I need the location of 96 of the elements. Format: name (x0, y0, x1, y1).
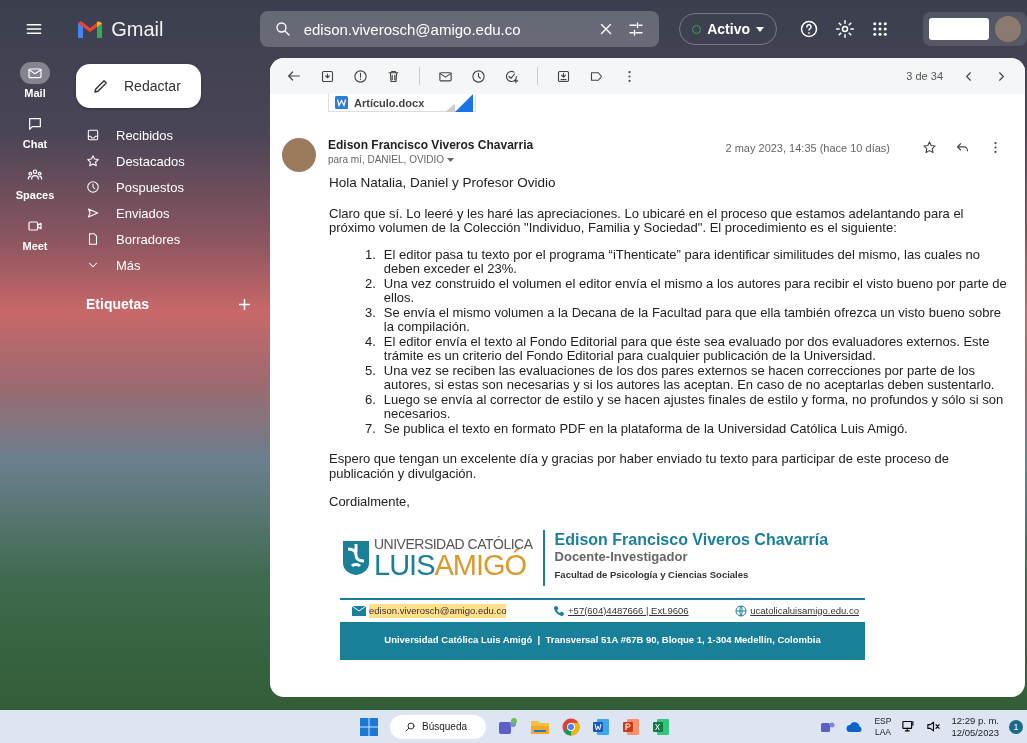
caret-icon[interactable] (447, 157, 455, 162)
search-icon[interactable] (273, 20, 292, 38)
taskbar-search[interactable]: Búsqueda (390, 714, 486, 739)
powerpoint-app-icon[interactable] (622, 717, 640, 736)
add-label-button[interactable] (239, 298, 250, 310)
star-icon[interactable] (922, 140, 937, 155)
attachment-chip[interactable]: Artículo.docx (328, 94, 476, 112)
network-icon[interactable] (901, 719, 917, 734)
apps-grid-icon[interactable] (871, 20, 889, 38)
list-item-text: Una vez se reciben las evaluaciones de los dos pares externos se hacen correcciones por parte de los autores, si estas son necesarias y si los autores las aceptan. En caso de no aceptarlas deben sustentarlo. (383, 363, 996, 393)
region-indicator[interactable]: LAA (874, 726, 891, 738)
rail-label: Meet (22, 240, 48, 252)
envelope-icon (352, 605, 366, 616)
list-item-text: Se publica el texto en formato PDF en la plataforma de la Universidad Católica Luis Amigó. (383, 421, 909, 436)
signature-faculty: Facultad de Psicología y Ciencias Sociales (554, 567, 750, 582)
signature-footer: Universidad Católica Luis Amigó | Transversal 51A #67B 90, Bloque 1, 1-304 Medellín, Colombia (340, 622, 865, 660)
signature-name: Edison Francisco Viveros Chavarría (554, 532, 829, 548)
list-number: 2. (365, 276, 376, 293)
trash-icon[interactable] (386, 68, 401, 84)
signature-role: Docente-Investigador (554, 550, 689, 565)
nav-item[interactable]: Pospuestos (70, 174, 270, 200)
mail-icon[interactable] (27, 65, 43, 81)
search-icon (404, 720, 416, 733)
add-task-icon[interactable] (504, 68, 519, 84)
list-number: 3. (365, 305, 376, 322)
list-item-text: Una vez construido el volumen el editor envía el mismo a los autores para recibir el visto bueno por parte de ellos. (383, 276, 1007, 306)
filter-sliders-icon[interactable] (627, 20, 646, 38)
rail-label: Mail (24, 87, 46, 99)
sender-avatar (282, 138, 316, 172)
nav-item[interactable]: Recibidos (70, 122, 270, 148)
chat-icon[interactable] (27, 116, 43, 132)
paragraph: Espero que tengan un excelente día y gracias por haber enviado tu texto para participar de este proceso de publicación y divulgación. (329, 452, 951, 481)
settings-icon[interactable] (835, 19, 855, 39)
pencil-icon (92, 77, 110, 95)
clock-time[interactable]: 12:29 p. m. (951, 714, 999, 727)
globe-icon (735, 604, 748, 617)
rail-label: Chat (22, 138, 48, 150)
rail-button[interactable] (20, 62, 50, 84)
phone-link[interactable]: +57(604)4487666 | Ext.9606 (568, 603, 689, 618)
word-app-icon[interactable] (592, 717, 610, 736)
recipients: para mí, DANIEL, OVIDIO (328, 154, 445, 165)
inbox-icon (86, 128, 100, 142)
rail-label: Spaces (15, 189, 55, 201)
sender-name: Edison Francisco Viveros Chavarria (328, 138, 535, 152)
help-icon[interactable] (799, 19, 819, 39)
document-icon (86, 232, 100, 246)
report-spam-icon[interactable] (353, 68, 368, 84)
gmail-logo-icon[interactable] (77, 19, 104, 39)
star-icon (86, 154, 100, 168)
compose-button[interactable]: Redactar (76, 64, 201, 108)
website-link[interactable]: ucatolicaluisamigo.edu.co (750, 603, 859, 618)
logo-text: LUIS (374, 551, 435, 578)
clock-icon (86, 180, 100, 194)
list-number: 5. (365, 363, 376, 380)
speaker-muted-icon[interactable] (926, 719, 942, 734)
app-name: Gmail (111, 17, 164, 41)
video-camera-icon[interactable] (27, 218, 43, 234)
move-to-icon[interactable] (556, 68, 571, 84)
email-link[interactable]: edison.viverosch@amigo.edu.co (369, 603, 507, 618)
list-item-text: El editor envía el texto al Fondo Editorial para que éste sea evaluado por dos evaluadores externos. Este trámite es un criterio del Fondo Editorial para cualquier publicación de la Universidad. (383, 334, 991, 364)
word-document-icon (335, 96, 348, 109)
greeting: Hola Natalia, Daniel y Profesor Ovidio (329, 176, 557, 191)
language-indicator[interactable]: ESP (874, 715, 892, 727)
people-icon[interactable] (27, 167, 43, 183)
list-item-text: Se envía el mismo volumen a la Decana de la Facultad para que ella también ofrezca un visto bueno sobre la compilación. (383, 305, 1002, 335)
nav-item[interactable]: Borradores (70, 226, 270, 252)
list-number: 1. (365, 247, 376, 264)
chrome-app-icon[interactable] (562, 717, 580, 736)
teams-app-icon[interactable] (498, 717, 518, 736)
back-arrow-icon[interactable] (286, 68, 302, 84)
archive-icon[interactable] (320, 68, 335, 84)
file-corner-icon (445, 94, 475, 112)
phone-icon (553, 604, 566, 617)
paragraph: Claro que sí. Lo leeré y les haré las apreciaciones. Lo ubicaré en el proceso que estamos adelantando para el próximo volumen de la Colección "Individuo, Familia y Sociedad". El procedimiento es el siguiente: (329, 206, 965, 236)
nav-item[interactable]: Enviados (70, 200, 270, 226)
nav-item[interactable]: Más (70, 252, 270, 278)
logo-text: AMIGÓ (434, 551, 527, 578)
list-item-text: El editor pasa tu texto por el programa “iThenticate” para identificar similitudes del mismo, las cuales no deben exceder el 23%. (383, 247, 981, 277)
signoff: Cordialmente, (329, 495, 411, 510)
clock-date[interactable]: 12/05/2023 (951, 726, 999, 739)
shield-logo-icon (342, 539, 370, 576)
list-number: 6. (365, 392, 376, 409)
excel-app-icon[interactable] (652, 717, 670, 736)
list-number: 7. (365, 421, 376, 436)
message-date: 2 may 2023, 14:35 (hace 10 días) (725, 142, 890, 156)
list-item-text: Luego se envía al corrector de estilo y se hacen ajustes finales de estilo y forma, no profundos y sólo si son necesarios. (383, 392, 1005, 422)
clock-icon[interactable] (471, 68, 486, 84)
send-icon (86, 206, 100, 220)
caret-icon (756, 26, 764, 32)
search-field[interactable]: edison.viverosch@amigo.edu.co (259, 11, 660, 47)
notification-count[interactable]: 1 (1009, 719, 1023, 734)
pager-count: 3 de 34 (906, 70, 943, 82)
nav-item[interactable]: Destacados (70, 148, 270, 174)
list-number: 4. (365, 334, 376, 351)
labels-heading: Etiquetas (86, 296, 149, 312)
windows-start-icon[interactable] (360, 717, 378, 736)
